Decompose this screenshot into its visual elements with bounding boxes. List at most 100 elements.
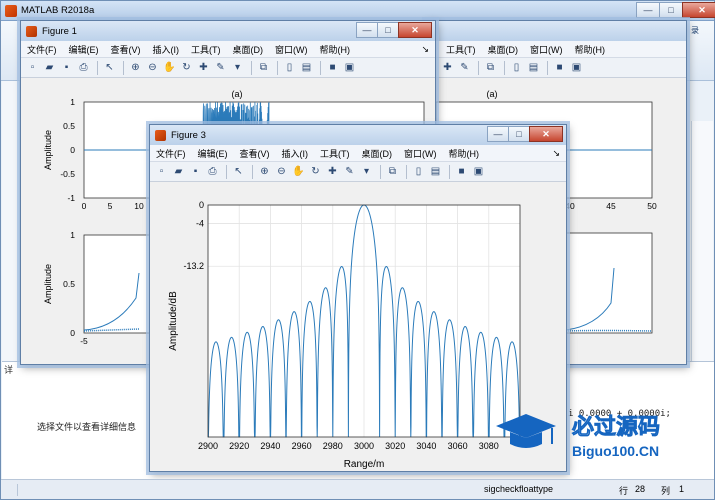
open-file-icon[interactable]: ▰: [42, 60, 57, 75]
x-tick-label: 2980: [323, 441, 343, 451]
show-plot-tools-icon[interactable]: ▣: [569, 60, 584, 75]
print-icon[interactable]: ⎙: [76, 60, 91, 75]
status-bar: sigcheckfloattype 行 28 列 1: [1, 479, 714, 499]
brush-icon[interactable]: ✎: [457, 60, 472, 75]
save-icon[interactable]: ▪: [59, 60, 74, 75]
figure3-menu-file[interactable]: 文件(F): [156, 147, 186, 160]
show-plot-tools-icon[interactable]: ▣: [471, 164, 486, 179]
brush-icon[interactable]: ✎: [342, 164, 357, 179]
zoom-out-icon[interactable]: ⊖: [145, 60, 160, 75]
open-file-icon[interactable]: ▰: [171, 164, 186, 179]
matlab-title-bar: MATLAB R2018a: [1, 1, 714, 21]
maximize-button[interactable]: □: [659, 2, 683, 18]
x-tick-label: 3020: [385, 441, 405, 451]
new-figure-icon[interactable]: ▫: [154, 164, 169, 179]
figure1-bottom-ytick: 0.5: [63, 279, 75, 289]
figure3-menu-overflow-icon[interactable]: ↘: [552, 148, 560, 159]
chevron-down-icon[interactable]: ▾: [359, 164, 374, 179]
show-plot-tools-icon[interactable]: ▣: [342, 60, 357, 75]
hide-plot-tools-icon[interactable]: ■: [454, 164, 469, 179]
figure1-close-button[interactable]: ✕: [398, 22, 432, 38]
toolbar-separator: [123, 60, 124, 75]
figure1-menu-edit[interactable]: 编辑(E): [69, 43, 99, 56]
toolbar-separator: [449, 164, 450, 179]
x-tick-label: 2940: [260, 441, 280, 451]
figure2-menu-help[interactable]: 帮助(H): [575, 43, 606, 56]
print-icon[interactable]: ⎙: [205, 164, 220, 179]
figure3-menu-edit[interactable]: 编辑(E): [198, 147, 228, 160]
toolbar-separator: [226, 164, 227, 179]
figure2-menu-tools[interactable]: 工具(T): [446, 43, 476, 56]
rotate-icon[interactable]: ↻: [308, 164, 323, 179]
rotate-icon[interactable]: ↻: [179, 60, 194, 75]
figure1-menu-file[interactable]: 文件(F): [27, 43, 57, 56]
data-cursor-icon[interactable]: ✚: [440, 60, 455, 75]
matlab-title: MATLAB R2018a: [21, 5, 95, 16]
zoom-out-icon[interactable]: ⊖: [274, 164, 289, 179]
figure1-menu-desktop[interactable]: 桌面(D): [233, 43, 264, 56]
figure3-maximize-button[interactable]: □: [508, 126, 530, 142]
matlab-window-controls: — □ ✕: [636, 2, 715, 18]
figure2-menu-window[interactable]: 窗口(W): [530, 43, 563, 56]
data-cursor-icon[interactable]: ✚: [196, 60, 211, 75]
link-plot-icon[interactable]: ⧉: [385, 164, 400, 179]
figure1-minimize-button[interactable]: —: [356, 22, 378, 38]
panel-label: 详: [4, 365, 14, 375]
pan-icon[interactable]: ✋: [291, 164, 306, 179]
x-tick-label: 2900: [198, 441, 218, 451]
figure1-menu-window[interactable]: 窗口(W): [275, 43, 308, 56]
figure1-plot-title: (a): [232, 89, 243, 99]
chevron-down-icon[interactable]: ▾: [230, 60, 245, 75]
colorbar-icon[interactable]: ▯: [509, 60, 524, 75]
hide-plot-tools-icon[interactable]: ■: [552, 60, 567, 75]
figure1-maximize-button[interactable]: □: [377, 22, 399, 38]
toolbar-separator: [277, 60, 278, 75]
figure1-menu-insert[interactable]: 插入(I): [153, 43, 180, 56]
figure1-menu-overflow-icon[interactable]: ↘: [421, 44, 429, 55]
y-tick-label: 0: [199, 200, 204, 210]
edit-plot-icon[interactable]: ↖: [102, 60, 117, 75]
legend-icon[interactable]: ▤: [526, 60, 541, 75]
status-function-name: sigcheckfloattype: [484, 484, 554, 494]
save-icon[interactable]: ▪: [188, 164, 203, 179]
close-button[interactable]: ✕: [682, 2, 715, 18]
data-cursor-icon[interactable]: ✚: [325, 164, 340, 179]
ribbon-login-link[interactable]: 录: [691, 25, 699, 36]
new-figure-icon[interactable]: ▫: [25, 60, 40, 75]
figure1-xtick: 0: [82, 201, 87, 211]
link-plot-icon[interactable]: ⧉: [483, 60, 498, 75]
figure3-minimize-button[interactable]: —: [487, 126, 509, 142]
figure3-menu-help[interactable]: 帮助(H): [449, 147, 480, 160]
colorbar-icon[interactable]: ▯: [282, 60, 297, 75]
brush-icon[interactable]: ✎: [213, 60, 228, 75]
watermark-text-en: Biguo100.CN: [572, 443, 659, 459]
figure3-menu-insert[interactable]: 插入(I): [282, 147, 309, 160]
x-tick-label: 2960: [292, 441, 312, 451]
figure3-menu-desktop[interactable]: 桌面(D): [362, 147, 393, 160]
figure1-menu-help[interactable]: 帮助(H): [320, 43, 351, 56]
zoom-in-icon[interactable]: ⊕: [128, 60, 143, 75]
detail-hint-text: 选择文件以查看详细信息: [37, 422, 137, 432]
hide-plot-tools-icon[interactable]: ■: [325, 60, 340, 75]
figure3-toolbar: ▫ ▰ ▪ ⎙ ↖ ⊕ ⊖ ✋ ↻ ✚ ✎ ▾ ⧉ ▯ ▤ ■ ▣: [150, 162, 566, 182]
figure1-menu-view[interactable]: 查看(V): [111, 43, 141, 56]
legend-icon[interactable]: ▤: [428, 164, 443, 179]
zoom-in-icon[interactable]: ⊕: [257, 164, 272, 179]
figure2-menu-desktop[interactable]: 桌面(D): [488, 43, 519, 56]
figure1-top-ylabel: Amplitude: [43, 130, 53, 170]
edit-plot-icon[interactable]: ↖: [231, 164, 246, 179]
minimize-button[interactable]: —: [636, 2, 660, 18]
watermark-text-cn: 必过源码: [572, 414, 660, 439]
figure3-menu-tools[interactable]: 工具(T): [320, 147, 350, 160]
figure1-window-controls: — □ ✕: [356, 22, 432, 38]
link-plot-icon[interactable]: ⧉: [256, 60, 271, 75]
pan-icon[interactable]: ✋: [162, 60, 177, 75]
figure-icon: [26, 25, 37, 37]
figure3-menu-window[interactable]: 窗口(W): [404, 147, 437, 160]
colorbar-icon[interactable]: ▯: [411, 164, 426, 179]
figure3-close-button[interactable]: ✕: [529, 126, 563, 142]
legend-icon[interactable]: ▤: [299, 60, 314, 75]
figure1-bottom-ylabel: Amplitude: [43, 264, 53, 304]
figure3-menu-view[interactable]: 查看(V): [240, 147, 270, 160]
figure1-menu-tools[interactable]: 工具(T): [191, 43, 221, 56]
